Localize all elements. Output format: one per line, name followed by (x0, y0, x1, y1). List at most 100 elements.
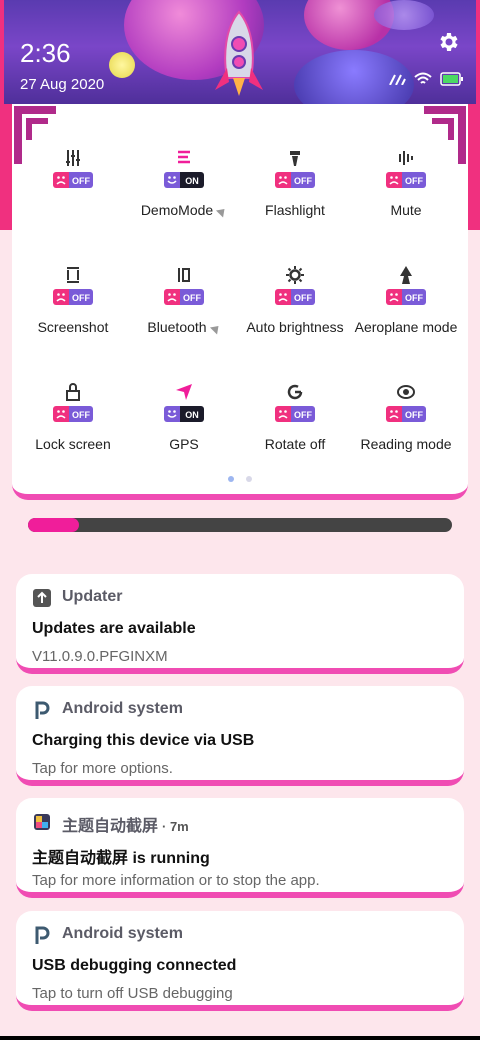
nav-bar (0, 1036, 480, 1040)
planet-decoration (109, 52, 135, 78)
brightness-slider-fill (28, 518, 79, 532)
tile-mute[interactable]: OFF Mute (350, 148, 462, 218)
screenshot-icon (67, 267, 79, 283)
status-header: 2:36 27 Aug 2020 (0, 0, 480, 104)
android-system-icon (35, 926, 50, 944)
tile-bluetooth[interactable]: OFF Bluetooth (128, 265, 240, 335)
app-icon (34, 814, 50, 830)
tile-demomode[interactable]: ON DemoMode (128, 148, 240, 218)
notification-app-name: 主题自动截屏 · 7m (62, 812, 189, 836)
clock-date: 27 Aug 2020 (20, 76, 105, 93)
notification-app-text: Updater (62, 588, 123, 605)
tile-label: GPS (128, 436, 240, 452)
toggle-off-badge: OFF (275, 172, 315, 188)
expand-arrow-icon[interactable] (209, 322, 222, 335)
toggle-on-badge: ON (164, 406, 204, 422)
notification-time: · 7m (162, 819, 189, 834)
notification-body: Tap to turn off USB debugging (32, 985, 233, 1002)
tile-label-text: GPS (169, 436, 199, 452)
tile-label-text: Screenshot (37, 319, 109, 335)
status-icons (388, 72, 464, 86)
right-accent-strip (468, 100, 480, 230)
tile-label-text: Reading mode (360, 436, 452, 452)
toggle-off-badge: OFF (386, 406, 426, 422)
expand-arrow-icon[interactable] (216, 205, 229, 218)
aeroplane-icon (400, 266, 412, 284)
svg-text:OFF: OFF (294, 293, 312, 303)
tile-reading-mode[interactable]: OFF Reading mode (350, 382, 462, 452)
wifi-icon (414, 72, 432, 84)
toggle-off-badge: OFF (386, 289, 426, 305)
left-accent-strip (0, 100, 12, 230)
page-dot-active[interactable] (228, 476, 234, 482)
svg-text:ON: ON (185, 176, 199, 186)
toggle-off-badge: OFF (53, 289, 93, 305)
notification-title: Charging this device via USB (32, 732, 255, 749)
list-icon (178, 150, 190, 164)
updater-icon (33, 589, 51, 607)
tile-unnamed[interactable]: OFF (17, 148, 129, 218)
tile-label: Auto brightness (239, 319, 351, 335)
tile-label-text: Bluetooth (147, 319, 207, 335)
notification-title: 主题自动截屏 is running (32, 850, 210, 867)
notification-body: V11.0.9.0.PFGINXM (32, 648, 168, 665)
notification-card[interactable]: 主题自动截屏 · 7m 主题自动截屏 is running Tap for more … (16, 798, 464, 898)
tile-label: Bluetooth (128, 319, 240, 335)
tile-label: Lock screen (17, 436, 129, 452)
tile-screenshot[interactable]: OFF Screenshot (17, 265, 129, 335)
notification-app-name: Android system (62, 700, 183, 718)
svg-text:OFF: OFF (405, 410, 423, 420)
tile-flashlight[interactable]: OFF Flashlight (239, 148, 351, 218)
quick-settings-panel: OFF ON DemoMode OFF Flashlight OFF Mute OFF Scre… (12, 104, 468, 500)
tile-label: Aeroplane mode (350, 319, 462, 335)
notification-app-name: Android system (62, 925, 183, 943)
notification-app-name: Updater (62, 588, 122, 606)
toggle-off-badge: OFF (53, 406, 93, 422)
rocket-icon (215, 10, 263, 96)
clock-time: 2:36 (20, 38, 71, 68)
tile-label-text: Flashlight (265, 202, 325, 218)
toggle-on-badge: ON (164, 172, 204, 188)
tile-lock-screen[interactable]: OFF Lock screen (17, 382, 129, 452)
toggle-off-badge: OFF (164, 289, 204, 305)
svg-text:ON: ON (185, 410, 199, 420)
settings-gear-icon[interactable] (436, 30, 460, 61)
bluetooth-icon (178, 268, 190, 282)
notification-title: USB debugging connected (32, 957, 237, 974)
toggle-off-badge: OFF (275, 289, 315, 305)
svg-text:OFF: OFF (72, 410, 90, 420)
notification-card[interactable]: Android system Charging this device via U… (16, 686, 464, 786)
tile-label: DemoMode (128, 202, 240, 218)
svg-text:OFF: OFF (183, 293, 201, 303)
notification-app-text: Android system (62, 925, 183, 942)
svg-text:OFF: OFF (294, 410, 312, 420)
tile-rotate-off[interactable]: OFF Rotate off (239, 382, 351, 452)
tile-gps[interactable]: ON GPS (128, 382, 240, 452)
page-indicator (228, 476, 252, 482)
rotate-icon (287, 384, 303, 400)
tile-label-text: DemoMode (140, 202, 214, 218)
tile-label: Screenshot (17, 319, 129, 335)
svg-text:OFF: OFF (72, 176, 90, 186)
notification-app-text: 主题自动截屏 (62, 818, 159, 835)
notification-app-text: Android system (62, 700, 183, 717)
gps-icon (176, 384, 192, 400)
notification-title: Updates are available (32, 620, 196, 637)
tile-label: Flashlight (239, 202, 351, 218)
notification-card[interactable]: Updater Updates are available V11.0.9.0.PF… (16, 574, 464, 674)
tile-auto-brightness[interactable]: OFF Auto brightness (239, 265, 351, 335)
tile-label-text: Rotate off (264, 436, 326, 452)
tile-aeroplane-mode[interactable]: OFF Aeroplane mode (350, 265, 462, 335)
toggle-off-badge: OFF (275, 406, 315, 422)
tile-label-text: Auto brightness (246, 319, 344, 335)
notification-card[interactable]: Android system USB debugging connected Tap… (16, 911, 464, 1011)
brightness-slider[interactable] (28, 518, 452, 532)
tile-label-text: Lock screen (35, 436, 111, 452)
lock-icon (66, 383, 80, 401)
flashlight-icon (290, 151, 300, 166)
sliders-icon (66, 150, 80, 166)
page-dot[interactable] (246, 476, 252, 482)
tile-label-text: Mute (390, 202, 422, 218)
toggle-off-badge: OFF (53, 172, 93, 188)
svg-text:OFF: OFF (405, 176, 423, 186)
